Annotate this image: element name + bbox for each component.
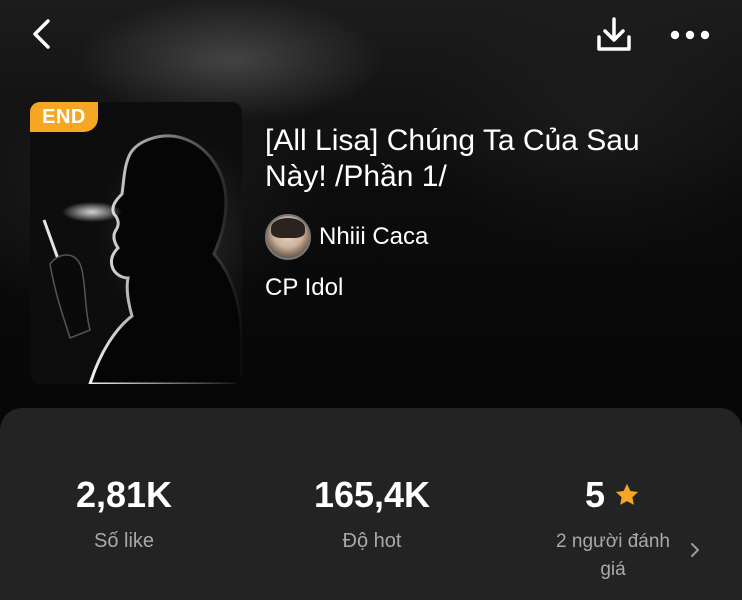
end-badge: END: [30, 102, 98, 132]
cover-silhouette: [42, 134, 242, 384]
hot-value: 165,4K: [313, 474, 431, 515]
category-tag[interactable]: CP Idol: [265, 274, 343, 302]
rating-label: 2 người đánh giá: [556, 531, 670, 580]
author-avatar[interactable]: [265, 214, 311, 260]
story-title: [All Lisa] Chúng Ta Của Sau Này! /Phần 1…: [265, 124, 640, 193]
top-bar: [0, 0, 742, 76]
author-name[interactable]: Nhiii Caca: [319, 223, 428, 251]
stats-panel: 2,81K Số like 165,4K Độ hot 5 2 người đá…: [0, 408, 742, 600]
chevron-left-icon: [30, 17, 54, 56]
likes-stat: 2,81K Số like: [44, 474, 204, 554]
likes-label: Số like: [93, 530, 155, 552]
rating-stat[interactable]: 5 2 người đánh giá: [548, 474, 678, 584]
more-horizontal-icon: [670, 27, 710, 45]
author-link[interactable]: Nhiii Caca: [265, 214, 428, 260]
story-cover-image[interactable]: END: [30, 102, 242, 384]
likes-value: 2,81K: [75, 474, 173, 515]
rating-value: 5: [584, 474, 606, 515]
more-button[interactable]: [666, 16, 714, 56]
download-icon: [595, 15, 633, 58]
download-button[interactable]: [592, 14, 636, 58]
chevron-right-icon[interactable]: [688, 542, 702, 558]
back-button[interactable]: [22, 16, 62, 56]
star-icon: [613, 481, 641, 509]
hot-label: Độ hot: [342, 530, 402, 552]
hot-stat: 165,4K Độ hot: [282, 474, 462, 554]
